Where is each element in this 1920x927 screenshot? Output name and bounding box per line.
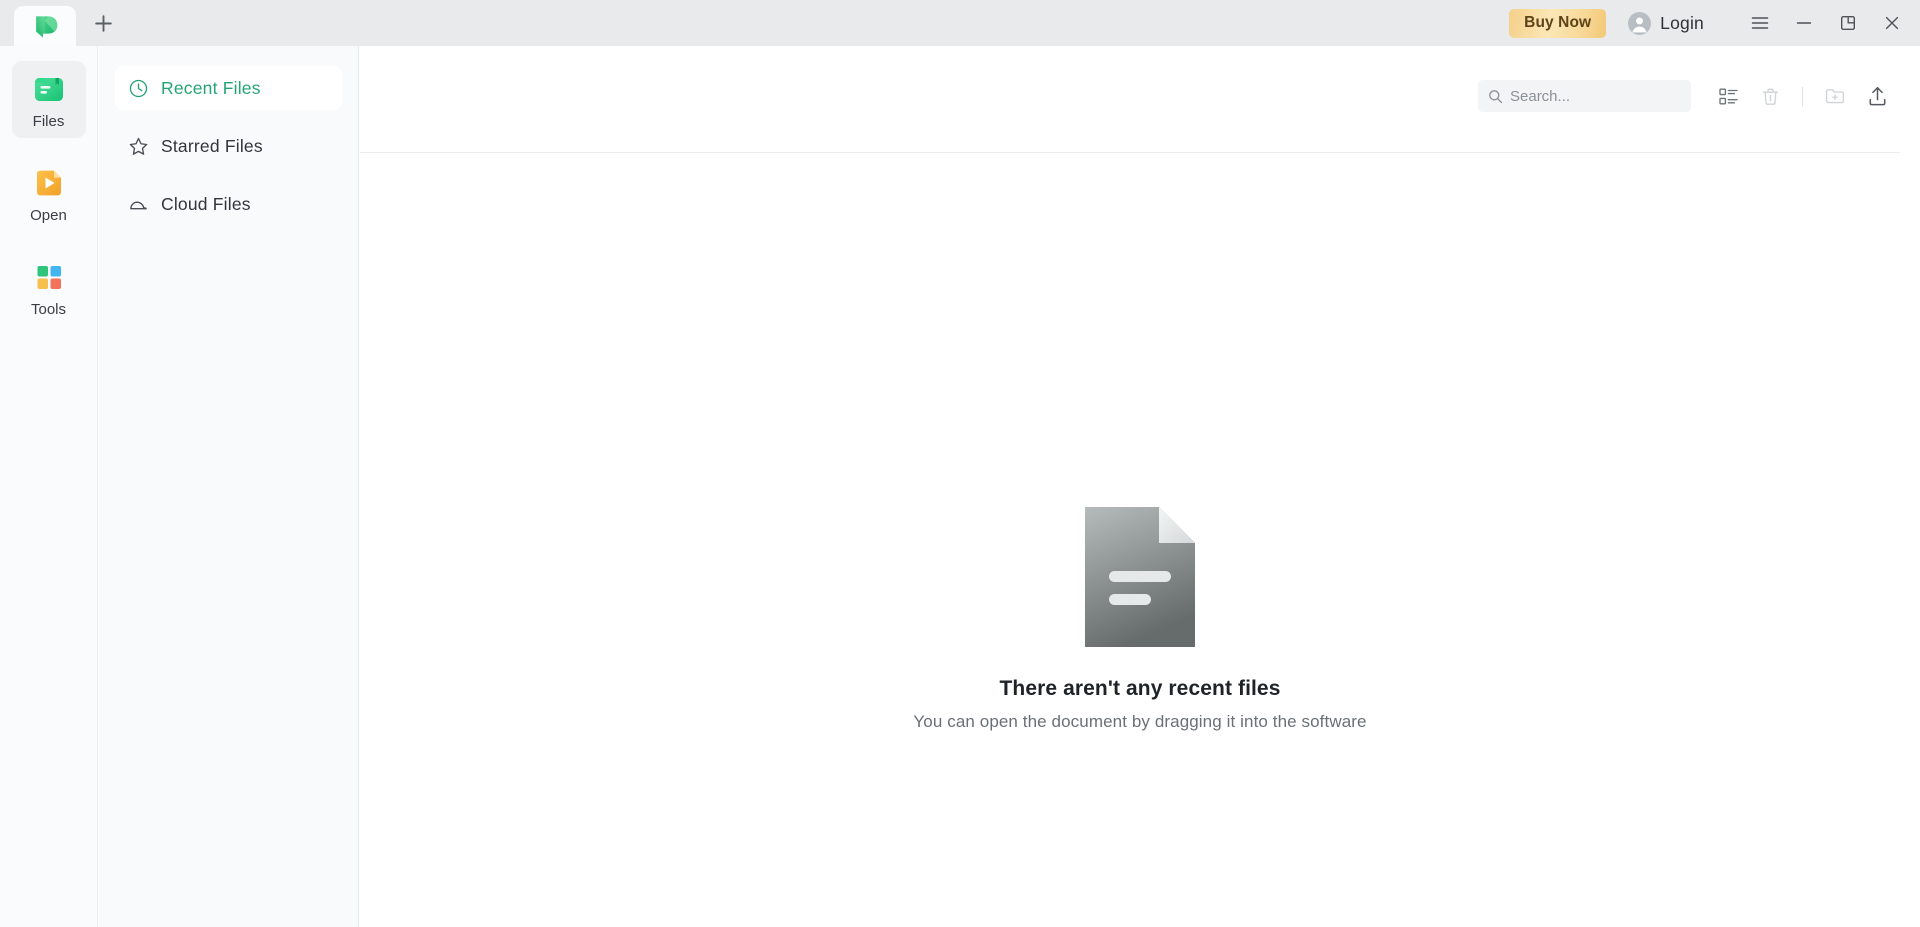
files-icon bbox=[34, 78, 63, 101]
trash-icon bbox=[1762, 88, 1778, 105]
upload-share-icon bbox=[1869, 86, 1885, 105]
empty-state-subtitle: You can open the document by dragging it… bbox=[913, 712, 1367, 731]
sidebar-item-starred-files[interactable]: Starred Files bbox=[115, 124, 342, 168]
navigation-panel: Recent Files Starred Files Cloud Files bbox=[99, 46, 359, 927]
new-tab-button[interactable] bbox=[82, 3, 124, 43]
hamburger-menu-button[interactable] bbox=[1738, 0, 1782, 46]
application-window: Buy Now Login Files Open Tools Recent Fi… bbox=[0, 0, 1920, 927]
sidebar-item-cloud-files[interactable]: Cloud Files bbox=[115, 182, 342, 226]
rail-item-files[interactable]: Files bbox=[11, 61, 86, 138]
rail-item-tools[interactable]: Tools bbox=[12, 249, 86, 326]
rail-item-label: Tools bbox=[30, 301, 67, 318]
sidebar-item-label: Starred Files bbox=[161, 135, 263, 156]
title-bar: Buy Now Login bbox=[0, 0, 1920, 46]
document-page-icon bbox=[1085, 507, 1195, 647]
close-button[interactable] bbox=[1870, 0, 1914, 46]
clock-icon bbox=[129, 79, 148, 97]
main-content: There aren't any recent files You can op… bbox=[360, 46, 1920, 927]
search-box[interactable] bbox=[1478, 80, 1691, 112]
empty-state-title: There aren't any recent files bbox=[999, 677, 1281, 700]
login-button[interactable]: Login bbox=[1628, 11, 1704, 35]
rail-item-label: Open bbox=[30, 207, 67, 224]
sidebar-item-label: Recent Files bbox=[161, 77, 261, 98]
minimize-icon bbox=[1796, 22, 1812, 24]
buy-now-button[interactable]: Buy Now bbox=[1509, 8, 1607, 38]
search-icon bbox=[1489, 89, 1503, 103]
tab-strip bbox=[0, 0, 124, 46]
new-folder-button[interactable] bbox=[1814, 78, 1856, 114]
minimize-button[interactable] bbox=[1782, 0, 1826, 46]
plus-icon bbox=[94, 14, 112, 32]
upload-share-button[interactable] bbox=[1856, 78, 1898, 114]
close-icon bbox=[1885, 16, 1899, 30]
toolbar-divider bbox=[1802, 86, 1803, 106]
sidebar-item-label: Cloud Files bbox=[161, 193, 251, 214]
avatar-icon bbox=[1628, 11, 1652, 35]
star-icon bbox=[129, 137, 148, 155]
login-label: Login bbox=[1660, 12, 1704, 33]
cloud-icon bbox=[130, 201, 147, 209]
rail-item-open[interactable]: Open bbox=[12, 155, 86, 232]
toolbar-actions bbox=[1478, 78, 1898, 114]
window-controls-group: Buy Now Login bbox=[1509, 0, 1920, 46]
app-logo-icon bbox=[35, 15, 57, 37]
hamburger-menu-icon bbox=[1751, 17, 1769, 29]
list-view-button[interactable] bbox=[1707, 78, 1749, 114]
sidebar-item-recent-files[interactable]: Recent Files bbox=[115, 66, 342, 110]
maximize-button[interactable] bbox=[1826, 0, 1870, 46]
app-tab[interactable] bbox=[14, 6, 76, 46]
content-toolbar bbox=[360, 46, 1920, 153]
trash-button[interactable] bbox=[1749, 78, 1791, 114]
maximize-restore-icon bbox=[1841, 16, 1856, 31]
empty-state: There aren't any recent files You can op… bbox=[360, 152, 1920, 927]
tools-grid-icon bbox=[37, 266, 61, 289]
rail-item-label: Files bbox=[32, 113, 65, 130]
open-play-icon bbox=[36, 170, 61, 196]
search-input[interactable] bbox=[1510, 87, 1681, 105]
list-view-icon bbox=[1718, 88, 1738, 104]
left-rail: Files Open Tools bbox=[0, 46, 98, 927]
new-folder-icon bbox=[1825, 89, 1845, 104]
